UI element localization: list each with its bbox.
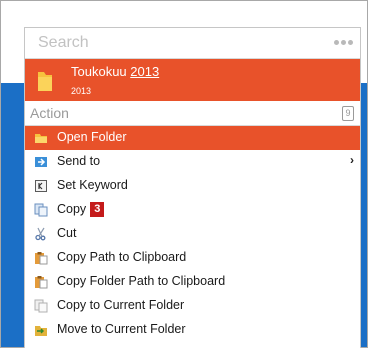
action-label: Copy Folder Path to Clipboard [57, 274, 226, 288]
action-label: Cut [57, 226, 77, 240]
action-set-keyword[interactable]: Set Keyword [25, 174, 360, 198]
action-label: Copy to Current Folder [57, 298, 185, 312]
copy-icon [34, 203, 48, 217]
action-label: Open Folder [57, 130, 127, 144]
action-label-wrap: Copy 3 [57, 202, 105, 217]
scissors-icon [35, 227, 46, 241]
action-send-to[interactable]: Send to › [25, 150, 360, 174]
result-subtitle: 2013 [71, 86, 92, 96]
result-title-match: 2013 [130, 64, 160, 79]
action-move-to-current-folder[interactable]: Move to Current Folder [25, 318, 360, 342]
action-section-header: Action 9 [25, 101, 360, 126]
folder-open-icon [35, 134, 47, 143]
action-label: Set Keyword [57, 178, 128, 192]
section-title: Action [30, 105, 69, 121]
section-shortcut-badge: 9 [342, 106, 354, 121]
submenu-chevron-icon: › [350, 153, 354, 167]
search-result-item[interactable]: Toukokuu 2013 2013 [25, 59, 360, 101]
action-label: Copy Path to Clipboard [57, 250, 187, 264]
action-copy-path[interactable]: Copy Path to Clipboard [25, 246, 360, 270]
folder-icon [38, 72, 52, 91]
copy-count-badge: 3 [90, 202, 105, 217]
action-open-folder[interactable]: Open Folder [25, 126, 360, 150]
keyword-icon [35, 180, 47, 192]
more-options-icon[interactable] [334, 40, 354, 46]
action-copy-to-current-folder[interactable]: Copy to Current Folder [25, 294, 360, 318]
action-label: Move to Current Folder [57, 322, 186, 336]
launcher-panel: Toukokuu 2013 2013 Action 9 Open Folder … [24, 27, 361, 348]
action-copy[interactable]: Copy 3 [25, 198, 360, 222]
clipboard-icon [35, 276, 48, 289]
action-label: Send to [57, 154, 101, 168]
result-title: Toukokuu 2013 [71, 64, 160, 79]
search-bar [25, 28, 360, 59]
action-label: Copy [57, 202, 87, 216]
clipboard-icon [35, 252, 48, 265]
move-to-folder-icon [35, 326, 47, 336]
action-copy-folder-path[interactable]: Copy Folder Path to Clipboard [25, 270, 360, 294]
send-to-icon [35, 157, 47, 167]
copy-to-folder-icon [34, 299, 48, 313]
action-cut[interactable]: Cut [25, 222, 360, 246]
search-input[interactable] [25, 28, 328, 57]
